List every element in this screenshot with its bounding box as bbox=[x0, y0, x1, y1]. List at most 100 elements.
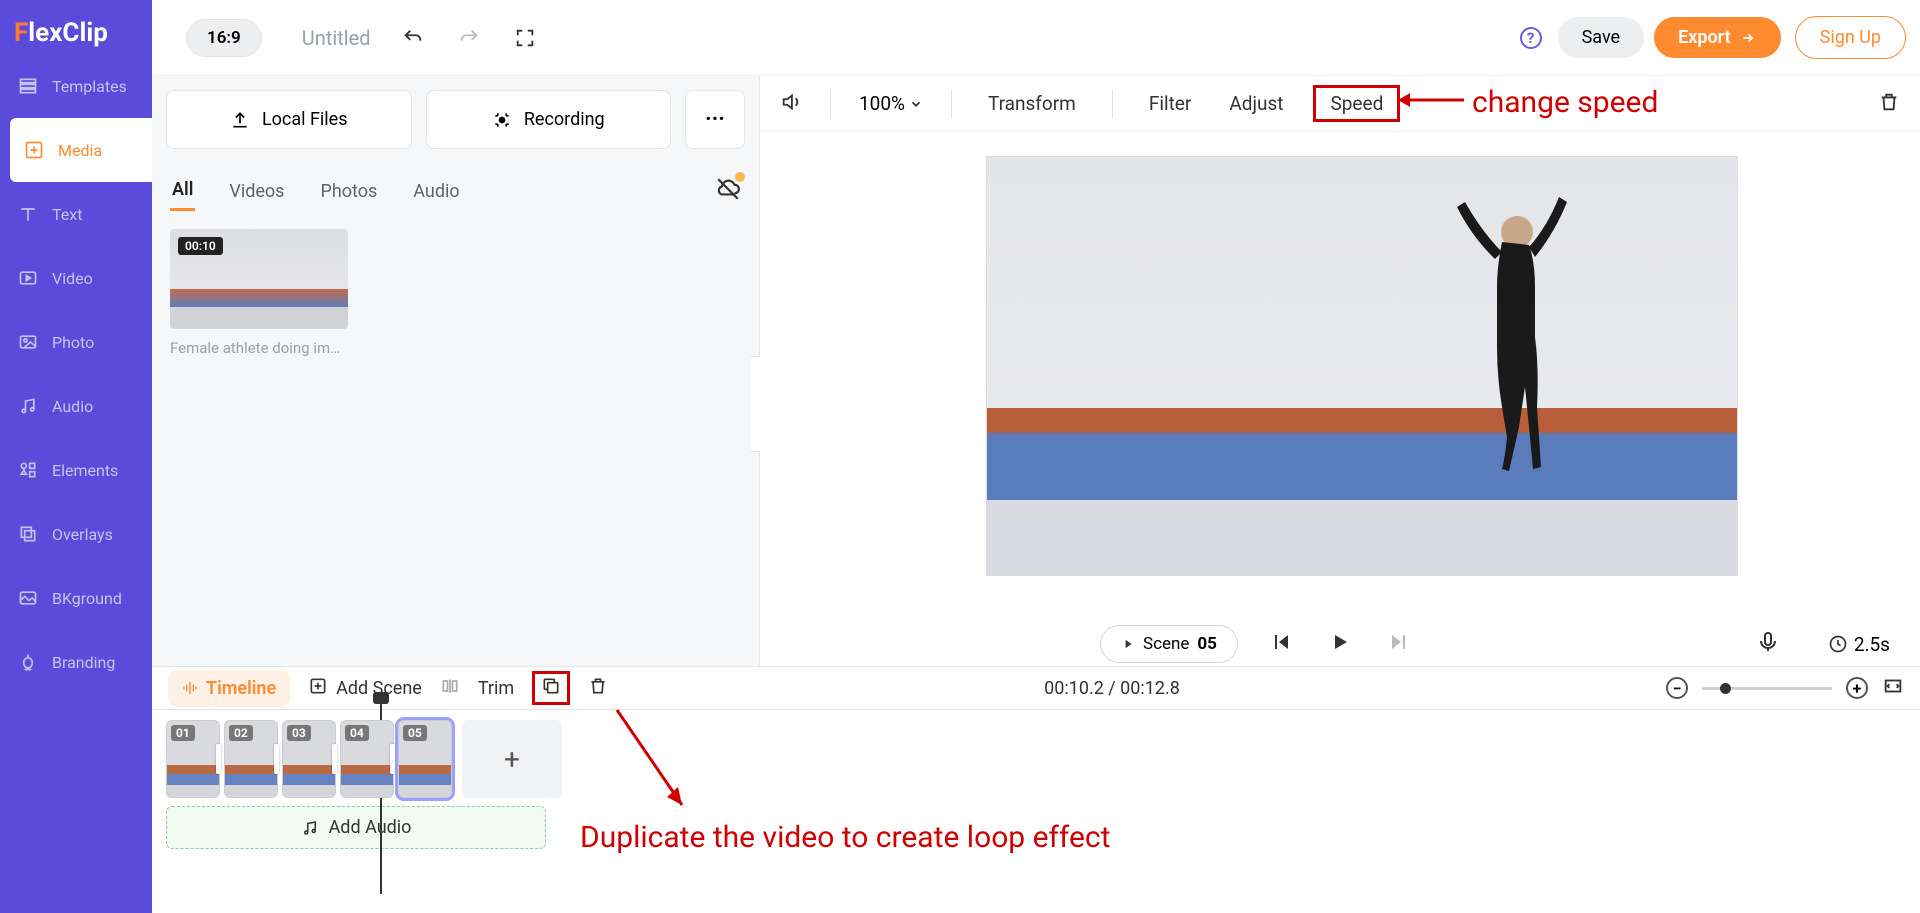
scene-01[interactable]: 01 bbox=[166, 720, 220, 798]
sidebar-item-label: BKground bbox=[52, 589, 122, 608]
media-panel: Local Files Recording ··· All Videos Pho… bbox=[152, 76, 760, 666]
branding-icon bbox=[18, 652, 38, 672]
play-controls: Scene 05 2.5s bbox=[760, 630, 1920, 658]
thumb-caption: Female athlete doing im… bbox=[170, 339, 348, 357]
topbar: 16:9 Untitled ? Save Export Sign Up bbox=[152, 0, 1920, 76]
add-scene-tile[interactable]: + bbox=[462, 720, 562, 798]
project-title[interactable]: Untitled bbox=[302, 26, 371, 50]
media-thumb[interactable]: 00:10 Female athlete doing im… bbox=[170, 229, 348, 357]
thumb-duration: 00:10 bbox=[178, 237, 223, 255]
zoom-in-icon[interactable]: + bbox=[1846, 677, 1868, 699]
preview-toolbar: 100% Transform Filter Adjust Speed bbox=[760, 76, 1920, 132]
speed-button[interactable]: Speed bbox=[1313, 85, 1400, 122]
local-files-label: Local Files bbox=[262, 109, 348, 130]
scene-05[interactable]: 05 bbox=[398, 720, 452, 798]
audio-icon bbox=[18, 396, 38, 416]
sidebar-item-label: Media bbox=[58, 141, 102, 160]
tab-all[interactable]: All bbox=[170, 171, 195, 211]
play-icon[interactable] bbox=[1328, 630, 1352, 658]
delete-icon[interactable] bbox=[1878, 91, 1900, 117]
next-scene-icon[interactable] bbox=[1386, 630, 1410, 658]
templates-icon bbox=[18, 76, 38, 96]
add-audio-track[interactable]: Add Audio bbox=[166, 806, 546, 849]
scene-02[interactable]: 02 bbox=[224, 720, 278, 798]
media-tabs: All Videos Photos Audio bbox=[152, 163, 759, 211]
scene-num: 04 bbox=[345, 725, 369, 741]
sidebar-item-video[interactable]: Video bbox=[0, 246, 152, 310]
scene-04[interactable]: 04 bbox=[340, 720, 394, 798]
zoom-slider[interactable] bbox=[1702, 687, 1832, 690]
sidebar-item-media[interactable]: Media bbox=[10, 118, 152, 182]
timeline-label: Timeline bbox=[206, 678, 276, 699]
filter-button[interactable]: Filter bbox=[1141, 86, 1199, 121]
save-button[interactable]: Save bbox=[1558, 17, 1645, 58]
sidebar-item-label: Branding bbox=[52, 653, 115, 672]
prev-scene-icon[interactable] bbox=[1270, 630, 1294, 658]
preview-area: Scene 05 2.5s bbox=[760, 132, 1920, 666]
tab-videos[interactable]: Videos bbox=[227, 173, 286, 210]
sidebar-item-label: Video bbox=[52, 269, 93, 288]
sidebar-item-text[interactable]: Text bbox=[0, 182, 152, 246]
logo: FlexClip bbox=[0, 0, 152, 54]
zoom-level[interactable]: 100% bbox=[859, 92, 923, 115]
timeline-bar: Timeline Add Scene Trim 00:10.2 / 00:12.… bbox=[152, 666, 1920, 710]
trim-button[interactable]: Trim bbox=[478, 678, 514, 699]
adjust-button[interactable]: Adjust bbox=[1221, 86, 1291, 121]
undo-icon[interactable] bbox=[399, 24, 427, 52]
zoom-out-icon[interactable]: − bbox=[1666, 677, 1688, 699]
scenes-row: 01 02 03 04 05 + bbox=[166, 720, 1906, 798]
sidebar-item-branding[interactable]: Branding bbox=[0, 630, 152, 694]
bkground-icon bbox=[18, 588, 38, 608]
plus-icon bbox=[308, 676, 328, 701]
aspect-ratio[interactable]: 16:9 bbox=[186, 19, 262, 57]
media-icon bbox=[24, 140, 44, 160]
trash-icon[interactable] bbox=[588, 676, 608, 700]
duplicate-button[interactable] bbox=[532, 671, 570, 705]
sidebar-item-label: Audio bbox=[52, 397, 93, 416]
redo-icon[interactable] bbox=[455, 24, 483, 52]
scene-number: 05 bbox=[1197, 634, 1217, 654]
duration-value: 2.5s bbox=[1854, 633, 1890, 656]
volume-icon[interactable] bbox=[780, 91, 802, 117]
timeline-button[interactable]: Timeline bbox=[168, 670, 290, 707]
zoom-value: 100% bbox=[859, 92, 905, 115]
sidebar-item-templates[interactable]: Templates bbox=[0, 54, 152, 118]
cloud-off-icon[interactable] bbox=[715, 176, 741, 206]
help-icon[interactable]: ? bbox=[1520, 27, 1542, 49]
sidebar-item-label: Templates bbox=[52, 77, 127, 96]
tab-audio[interactable]: Audio bbox=[411, 173, 461, 210]
export-label: Export bbox=[1678, 27, 1731, 48]
sidebar-item-label: Photo bbox=[52, 333, 94, 352]
scene-num: 05 bbox=[403, 725, 427, 741]
logo-rest: lexClip bbox=[28, 18, 108, 48]
sidebar-item-audio[interactable]: Audio bbox=[0, 374, 152, 438]
recording-button[interactable]: Recording bbox=[426, 90, 672, 149]
time-position: 00:10.2 / 00:12.8 bbox=[1044, 678, 1180, 699]
overlays-icon bbox=[18, 524, 38, 544]
add-scene-button[interactable]: Add Scene bbox=[308, 676, 422, 701]
scene-word: Scene bbox=[1143, 634, 1189, 654]
export-button[interactable]: Export bbox=[1654, 17, 1781, 58]
scene-indicator[interactable]: Scene 05 bbox=[1100, 625, 1238, 663]
mic-icon[interactable] bbox=[1756, 630, 1780, 658]
split-icon[interactable] bbox=[440, 676, 460, 700]
thumb-image: 00:10 bbox=[170, 229, 348, 329]
more-button[interactable]: ··· bbox=[685, 90, 745, 149]
sidebar-item-elements[interactable]: Elements bbox=[0, 438, 152, 502]
scene-03[interactable]: 03 bbox=[282, 720, 336, 798]
tab-photos[interactable]: Photos bbox=[318, 173, 379, 210]
video-icon bbox=[18, 268, 38, 288]
sidebar-item-photo[interactable]: Photo bbox=[0, 310, 152, 374]
sidebar-item-bkground[interactable]: BKground bbox=[0, 566, 152, 630]
logo-f: F bbox=[14, 18, 28, 48]
annotation-arrow-2 bbox=[612, 705, 692, 819]
scene-num: 03 bbox=[287, 725, 311, 741]
zoom-fit-icon[interactable] bbox=[1882, 675, 1904, 701]
local-files-button[interactable]: Local Files bbox=[166, 90, 412, 149]
signup-button[interactable]: Sign Up bbox=[1795, 16, 1906, 59]
sidebar-item-overlays[interactable]: Overlays bbox=[0, 502, 152, 566]
transform-button[interactable]: Transform bbox=[980, 86, 1084, 121]
video-preview[interactable] bbox=[986, 156, 1738, 576]
fullscreen-icon[interactable] bbox=[511, 24, 539, 52]
sidebar-item-label: Elements bbox=[52, 461, 118, 480]
